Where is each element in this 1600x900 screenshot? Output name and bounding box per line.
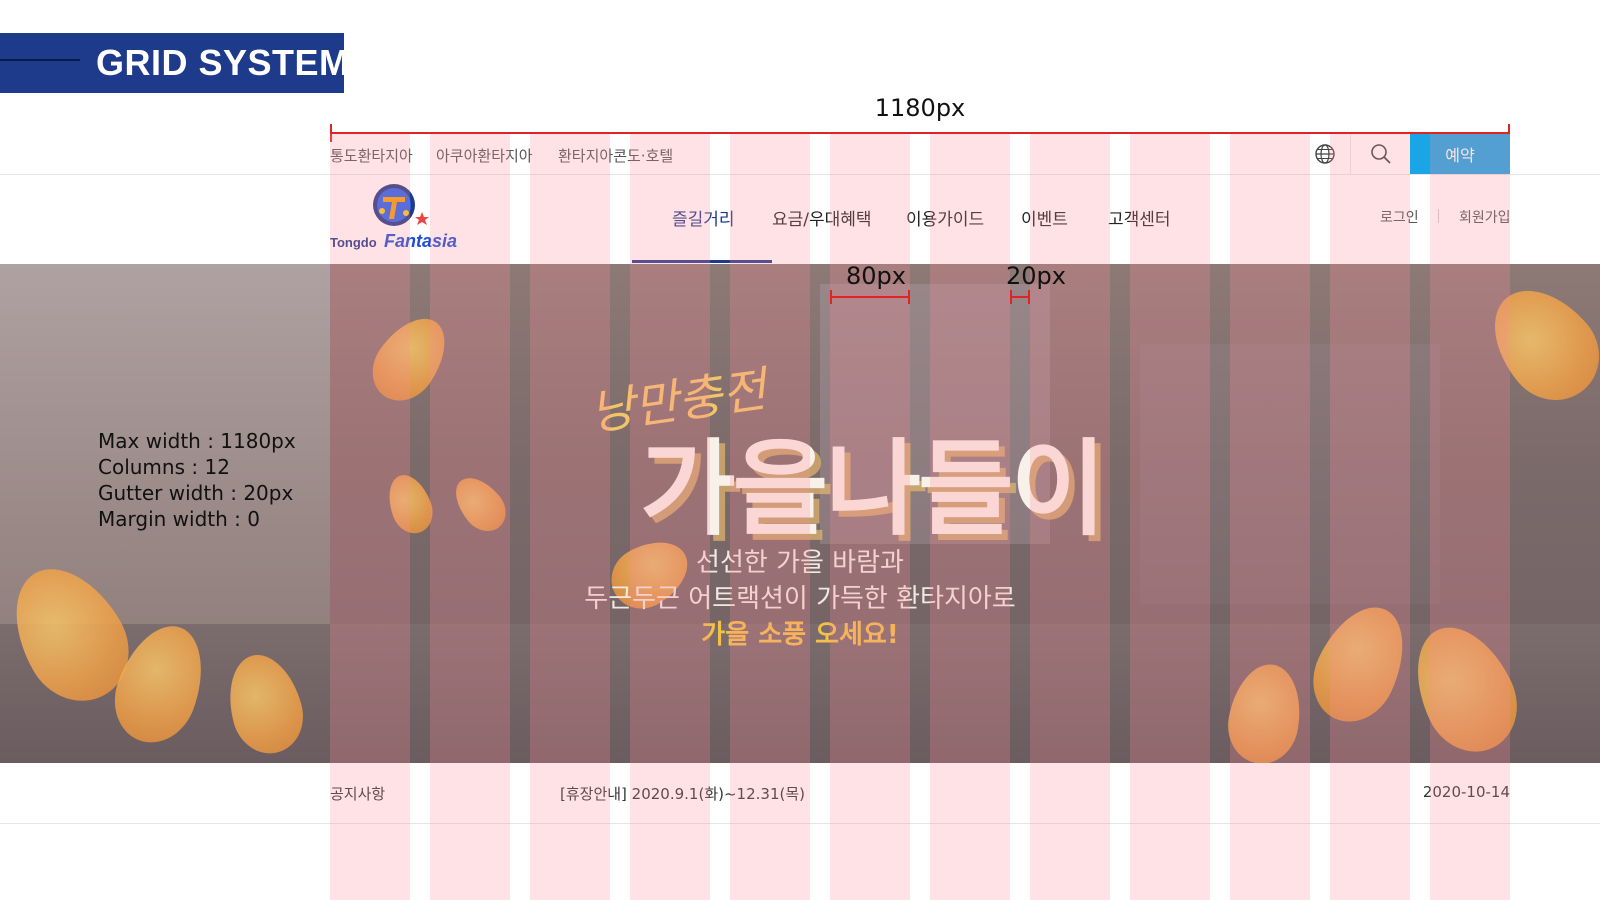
search-icon bbox=[1371, 144, 1391, 164]
grid-specs: Max width : 1180px Columns : 12 Gutter w… bbox=[98, 428, 296, 532]
util-link-aqua[interactable]: 아쿠아환타지아 bbox=[436, 145, 533, 166]
grid-spec-margin: Margin width : 0 bbox=[98, 507, 260, 531]
gutter-measure-tick-right bbox=[1028, 290, 1030, 304]
reserve-button[interactable]: 예약 bbox=[1410, 134, 1510, 174]
gutter-width-label: 20px bbox=[1006, 262, 1066, 290]
logo-text-tongdo: Tongdo bbox=[330, 235, 377, 250]
gutter-width-measure-line bbox=[1010, 296, 1030, 298]
grid-system-title: GRID SYSTEM bbox=[96, 42, 350, 83]
tongdo-fantasia-logo[interactable]: Tongdo Fantasia bbox=[330, 183, 470, 255]
hero-subtitle-line-2: 두근두근 어트랙션이 가득한 환타지아로 bbox=[584, 584, 1016, 614]
utility-bar: 통도환타지아 아쿠아환타지아 환타지아콘도·호텔 예약 bbox=[0, 134, 1600, 175]
leaf-decoration bbox=[1471, 269, 1600, 419]
nav-item-events[interactable]: 이벤트 bbox=[1021, 205, 1068, 230]
column-measure-tick-right bbox=[908, 290, 910, 304]
page: { "slide": { "title": "GRID SYSTEM", "wi… bbox=[0, 0, 1600, 900]
notice-bar: 공지사항 [휴장안내] 2020.9.1(화)~12.31(목) 2020-10… bbox=[0, 763, 1600, 824]
main-header: Tongdo Fantasia 즐길거리 요금/우대혜택 이용가이드 이벤트 고… bbox=[0, 175, 1600, 263]
notice-label[interactable]: 공지사항 bbox=[330, 783, 385, 804]
leaf-decoration bbox=[380, 468, 440, 540]
util-link-condo[interactable]: 환타지아콘도·호텔 bbox=[558, 145, 673, 166]
hero-subtitle-line-1: 선선한 가을 바람과 bbox=[696, 548, 904, 578]
nav-item-guide[interactable]: 이용가이드 bbox=[906, 205, 984, 230]
notice-text[interactable]: [휴장안내] 2020.9.1(화)~12.31(목) bbox=[560, 783, 805, 804]
language-button[interactable] bbox=[1300, 134, 1351, 174]
grid-spec-gutter: Gutter width : 20px bbox=[98, 481, 294, 505]
join-link[interactable]: 회원가입 bbox=[1459, 207, 1511, 227]
grid-spec-columns: Columns : 12 bbox=[98, 455, 230, 479]
nav-active-underline bbox=[632, 260, 772, 263]
notice-date: 2020-10-14 bbox=[1422, 783, 1510, 801]
hero-subtitle-highlight: 가을 소풍 오세요! bbox=[701, 620, 899, 650]
login-link[interactable]: 로그인 bbox=[1380, 207, 1419, 227]
nav-item-customer-center[interactable]: 고객센터 bbox=[1108, 205, 1171, 230]
util-link-tongdo[interactable]: 통도환타지아 bbox=[330, 145, 413, 166]
column-width-measure-line bbox=[830, 296, 910, 298]
login-separator bbox=[1438, 209, 1439, 223]
column-measure-tick-left bbox=[830, 290, 832, 304]
title-accent-line bbox=[0, 59, 80, 61]
grid-spec-max-width: Max width : 1180px bbox=[98, 429, 296, 453]
gutter-measure-tick-left bbox=[1010, 290, 1012, 304]
nav-item-pricing[interactable]: 요금/우대혜택 bbox=[772, 205, 872, 230]
logo-text-fantasia: Fantasia bbox=[384, 231, 458, 251]
search-button[interactable] bbox=[1351, 134, 1411, 174]
nav-item-attractions[interactable]: 즐길거리 bbox=[672, 205, 735, 230]
globe-icon bbox=[1315, 144, 1335, 164]
hero-headline: 가을나들이 bbox=[640, 428, 1106, 550]
column-width-label: 80px bbox=[846, 262, 906, 290]
leaf-decoration bbox=[359, 304, 461, 414]
leaf-decoration bbox=[445, 468, 515, 540]
logo-emblem-icon bbox=[373, 184, 429, 226]
max-width-label: 1180px bbox=[874, 94, 966, 122]
